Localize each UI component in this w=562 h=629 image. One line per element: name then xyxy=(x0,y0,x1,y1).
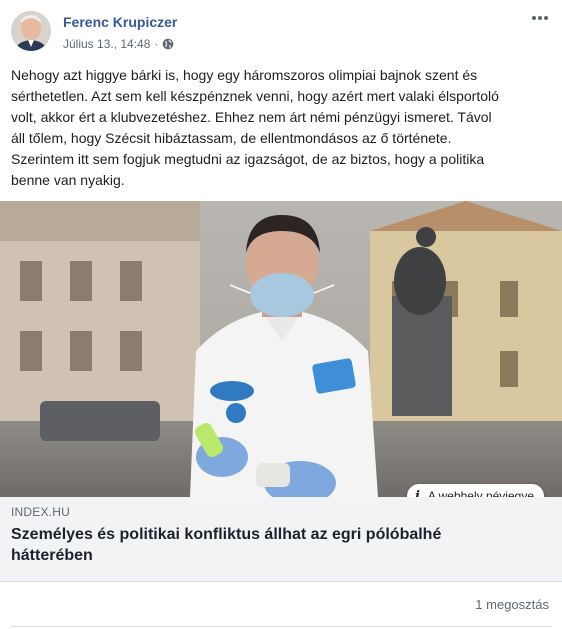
post-text-line: Szerintem itt sem fogjuk megtudni az iga… xyxy=(11,151,485,167)
dot xyxy=(532,16,536,20)
post-text-line: volt, akkor ért a klubvezetéshez. Ehhez … xyxy=(11,109,492,125)
link-preview-image[interactable] xyxy=(0,201,562,497)
post-text-line: áll tőlem, hogy Szécsit hibáztassam, de … xyxy=(11,130,452,146)
post-meta: Július 13., 14:48 · xyxy=(63,37,174,51)
post-text-line: Nehogy azt higgye bárki is, hogy egy hár… xyxy=(11,67,478,83)
more-options-icon[interactable] xyxy=(528,8,552,28)
post-text: Nehogy azt higgye bárki is, hogy egy hár… xyxy=(11,65,546,191)
link-title[interactable]: Személyes és politikai konfliktus állhat… xyxy=(11,524,531,566)
post-timestamp[interactable]: Július 13., 14:48 xyxy=(63,37,150,51)
avatar-image xyxy=(11,11,51,51)
link-title-line: hátterében xyxy=(11,547,93,564)
link-domain: INDEX.HU xyxy=(11,505,70,519)
dot xyxy=(544,16,548,20)
post-text-line: sérthetetlen. Azt sem kell készpénznek v… xyxy=(11,88,499,104)
author-name[interactable]: Ferenc Krupiczer xyxy=(63,14,177,30)
link-title-line: Személyes és politikai konfliktus állhat… xyxy=(11,526,442,543)
link-preview-card[interactable]: INDEX.HU Személyes és politikai konflikt… xyxy=(0,497,562,582)
globe-icon[interactable] xyxy=(162,38,174,50)
divider xyxy=(11,626,551,627)
author-avatar[interactable] xyxy=(11,11,51,51)
meta-separator: · xyxy=(154,37,159,51)
article-photo xyxy=(0,201,562,497)
post-text-line: benne van nyakig. xyxy=(11,172,125,188)
dot xyxy=(538,16,542,20)
post-header: Ferenc Krupiczer Július 13., 14:48 · xyxy=(0,0,562,62)
share-count[interactable]: 1 megosztás xyxy=(475,597,549,612)
